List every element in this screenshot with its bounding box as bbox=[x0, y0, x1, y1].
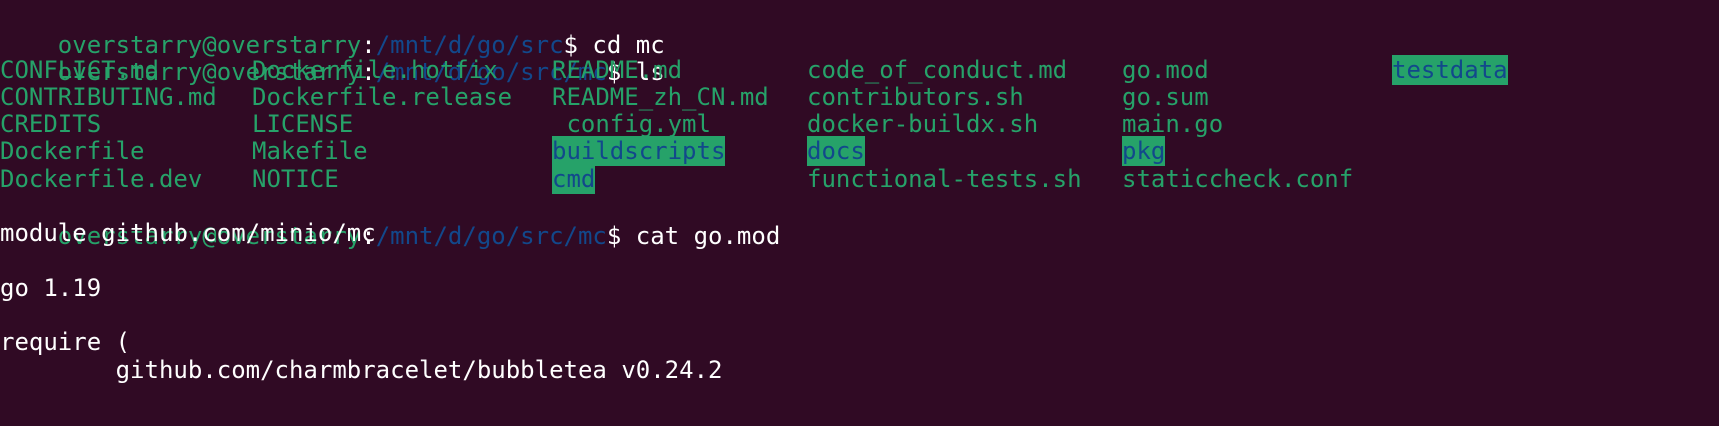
ls-directory-entry: pkg bbox=[1122, 136, 1166, 166]
ls-file-entry: main.go bbox=[1122, 110, 1224, 138]
ls-file-entry: docker-buildx.sh bbox=[807, 110, 1039, 138]
ls-file-entry: NOTICE bbox=[252, 165, 339, 193]
ls-file-entry: Dockerfile bbox=[0, 137, 145, 165]
ls-file-entry: CONTRIBUTING.md bbox=[0, 83, 217, 111]
prompt-dollar: $ bbox=[606, 222, 622, 250]
ls-directory-entry: testdata bbox=[1392, 55, 1508, 85]
terminal-window[interactable]: overstarry@overstarry:/mnt/d/go/src$ cd … bbox=[0, 0, 1719, 426]
command-text: cat go.mod bbox=[621, 222, 781, 250]
ls-file-entry: README.md bbox=[552, 56, 683, 84]
ls-file-entry: README_zh_CN.md bbox=[552, 83, 769, 111]
prompt-line: overstarry@overstarry:/mnt/d/go/src/mc$ … bbox=[0, 27, 665, 86]
ls-file-entry: contributors.sh bbox=[807, 83, 1024, 111]
ls-file-entry: code_of_conduct.md bbox=[807, 56, 1068, 84]
ls-file-entry: Dockerfile.hotfix bbox=[252, 56, 498, 84]
prompt-line: overstarry@overstarry:/mnt/d/go/src/mc$ … bbox=[0, 191, 780, 250]
ls-file-entry: staticcheck.conf bbox=[1122, 165, 1354, 193]
prompt-path: /mnt/d/go/src/mc bbox=[375, 222, 607, 250]
ls-directory-entry: cmd bbox=[552, 164, 596, 194]
ls-file-entry: functional-tests.sh bbox=[807, 165, 1082, 193]
gomod-line: module github.com/minio/mc bbox=[0, 219, 376, 247]
ls-directory-entry: docs bbox=[807, 136, 865, 166]
ls-file-entry: CONFLICT.md bbox=[0, 56, 159, 84]
ls-file-entry: Dockerfile.dev bbox=[0, 165, 203, 193]
gomod-line: go 1.19 bbox=[0, 274, 102, 302]
ls-file-entry: go.mod bbox=[1122, 56, 1209, 84]
gomod-line: require ( bbox=[0, 328, 131, 356]
ls-file-entry: LICENSE bbox=[252, 110, 354, 138]
ls-file-entry: Makefile bbox=[252, 137, 368, 165]
gomod-line: github.com/charmbracelet/bubbletea v0.24… bbox=[0, 356, 723, 384]
ls-directory-entry: buildscripts bbox=[552, 136, 726, 166]
ls-file-entry: CREDITS bbox=[0, 110, 102, 138]
ls-file-entry: go.sum bbox=[1122, 83, 1209, 111]
ls-file-entry: _config.yml bbox=[552, 110, 711, 138]
prompt-line: overstarry@overstarry:/mnt/d/go/src$ cd … bbox=[0, 0, 665, 59]
ls-file-entry: Dockerfile.release bbox=[252, 83, 513, 111]
